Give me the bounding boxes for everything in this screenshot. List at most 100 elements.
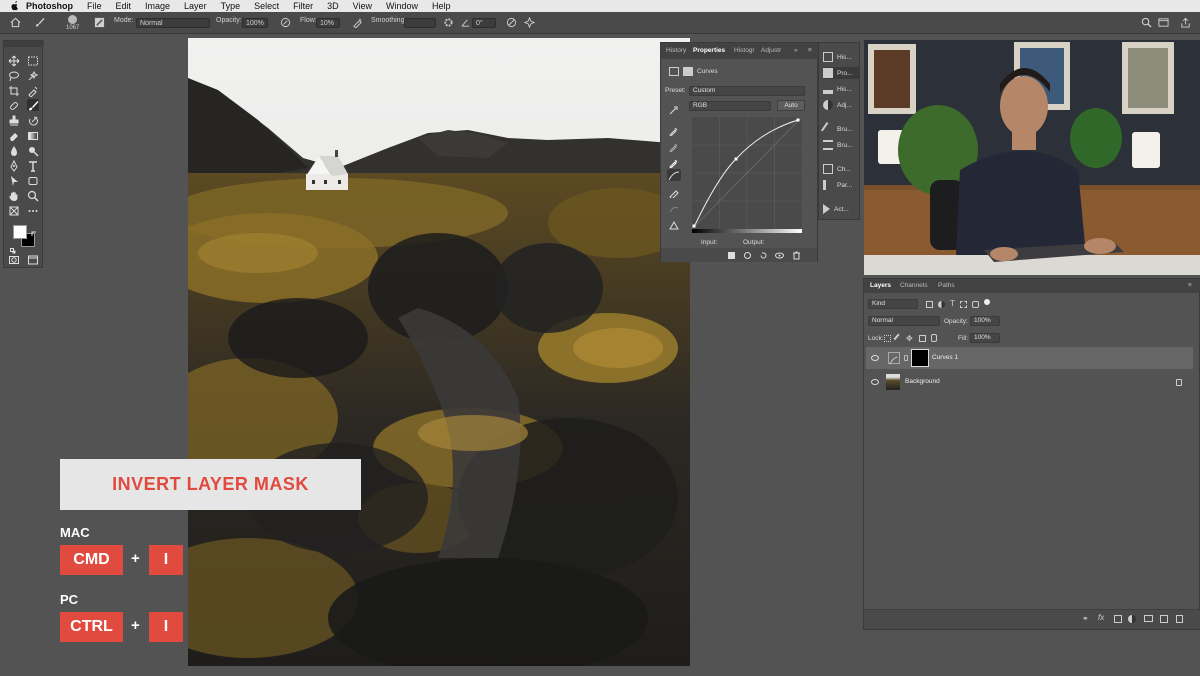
opacity-field[interactable]: 100% [242,18,268,28]
gradient-tool-icon[interactable] [27,129,39,141]
dock-character[interactable]: Ch... [823,163,851,175]
link-icon[interactable] [904,355,908,361]
foreground-color-swatch[interactable] [13,225,27,239]
tab-histogram[interactable]: Histogr [734,47,755,54]
zoom-tool-icon[interactable] [27,189,39,202]
tab-history[interactable]: History [666,47,686,54]
menu-view[interactable]: View [353,1,372,11]
layer-opacity-field[interactable]: 100% [970,316,1000,326]
menu-select[interactable]: Select [254,1,279,11]
type-tool-icon[interactable] [27,159,39,172]
layer-mask-thumbnail[interactable] [911,349,929,367]
menu-edit[interactable]: Edit [116,1,132,11]
trash-icon[interactable] [792,251,801,260]
menu-image[interactable]: Image [145,1,170,11]
quick-mask-icon[interactable] [8,253,20,265]
pressure-size-icon[interactable] [506,17,517,28]
menu-layer[interactable]: Layer [184,1,207,11]
menu-app-name[interactable]: Photoshop [26,1,73,11]
lasso-tool-icon[interactable] [8,69,20,82]
menu-filter[interactable]: Filter [293,1,313,11]
dock-brushes[interactable]: Bru... [821,122,853,136]
clipping-warning-icon[interactable] [669,217,679,235]
filter-smart-object-icon[interactable] [972,301,979,308]
clip-to-layer-icon[interactable] [727,251,736,260]
hand-tool-icon[interactable] [8,189,20,201]
eyedropper-tool-icon[interactable] [27,84,39,98]
new-layer-icon[interactable] [1160,615,1168,623]
lock-pixels-icon[interactable] [893,333,904,344]
pen-tool-icon[interactable] [8,159,20,172]
reset-icon[interactable] [759,251,768,260]
artboard-tool-icon[interactable] [8,204,20,216]
tab-paths[interactable]: Paths [938,282,955,289]
dodge-tool-icon[interactable] [27,144,39,157]
brush-settings-icon[interactable] [94,17,105,28]
eraser-tool-icon[interactable] [8,129,20,141]
document-canvas[interactable] [188,38,690,666]
menu-file[interactable]: File [87,1,102,11]
share-icon[interactable] [1180,17,1191,28]
brush-tool-icon[interactable] [34,17,45,28]
new-group-icon[interactable] [1144,615,1153,622]
layer-name-curves[interactable]: Curves 1 [932,354,958,361]
filter-shape-icon[interactable] [960,301,967,308]
lock-position-icon[interactable]: ✥ [906,334,913,343]
panel-menu-icon[interactable]: ≡ [808,47,812,54]
history-brush-tool-icon[interactable] [27,114,39,126]
dock-histogram[interactable]: His... [823,83,852,95]
visibility-eye-icon[interactable] [775,251,784,260]
menu-help[interactable]: Help [432,1,451,11]
dock-properties[interactable]: Pro... [823,67,859,79]
tab-properties[interactable]: Properties [693,47,725,54]
target-adjust-icon[interactable] [669,102,679,115]
tab-adjustments[interactable]: Adjustr [761,47,781,54]
fill-field[interactable]: 100% [970,333,1000,343]
swap-colors-icon[interactable] [31,224,37,236]
dock-history[interactable]: His... [823,51,852,63]
menu-3d[interactable]: 3D [327,1,339,11]
layer-row-curves[interactable]: Curves 1 [866,347,1193,369]
layers-menu-icon[interactable]: ≡ [1188,282,1192,289]
lock-transparency-icon[interactable] [884,335,891,342]
blend-mode-dropdown[interactable]: Normal [868,316,940,326]
clone-stamp-tool-icon[interactable] [8,114,20,126]
brush-tool-active-icon[interactable] [27,99,39,111]
tab-layers[interactable]: Layers [870,282,891,289]
menu-type[interactable]: Type [221,1,241,11]
symmetry-icon[interactable] [524,17,535,28]
marquee-tool-icon[interactable] [27,54,39,66]
mode-dropdown[interactable]: Normal [136,18,210,28]
link-layers-icon[interactable]: ⚭ [1082,614,1089,623]
view-previous-icon[interactable] [743,251,752,260]
mask-icon[interactable] [683,67,693,76]
layer-name-background[interactable]: Background [905,378,940,385]
delete-layer-icon[interactable] [1176,615,1183,623]
filter-type-icon[interactable]: T [950,299,955,308]
more-tools-icon[interactable] [27,204,39,216]
airbrush-icon[interactable] [352,17,363,28]
search-icon[interactable] [1141,17,1152,28]
tools-panel-header[interactable] [4,41,44,47]
menu-window[interactable]: Window [386,1,418,11]
dock-actions[interactable]: Act... [823,203,849,215]
rectangle-tool-icon[interactable] [27,174,39,186]
layer-row-background[interactable]: Background [866,371,1193,393]
layer-filter-dropdown[interactable]: Kind [868,299,918,309]
healing-brush-tool-icon[interactable] [8,99,20,111]
flow-field[interactable]: 10% [316,18,340,28]
screen-mode-icon[interactable] [27,253,39,265]
dock-paragraph[interactable]: Par... [823,179,852,191]
new-adjustment-icon[interactable] [1128,615,1136,623]
dock-brush-settings[interactable]: Bru... [823,139,853,151]
curve-points-icon[interactable] [667,169,681,181]
angle-field[interactable]: 0° [472,18,496,28]
curves-graph[interactable] [692,117,802,229]
preset-dropdown[interactable]: Custom [689,86,805,96]
layer-visibility-eye-icon[interactable] [871,355,879,361]
auto-button[interactable]: Auto [777,100,805,111]
move-tool-icon[interactable] [8,54,20,67]
smoothing-gear-icon[interactable] [443,17,454,28]
apple-icon[interactable] [10,1,20,11]
quick-selection-tool-icon[interactable] [27,69,39,81]
